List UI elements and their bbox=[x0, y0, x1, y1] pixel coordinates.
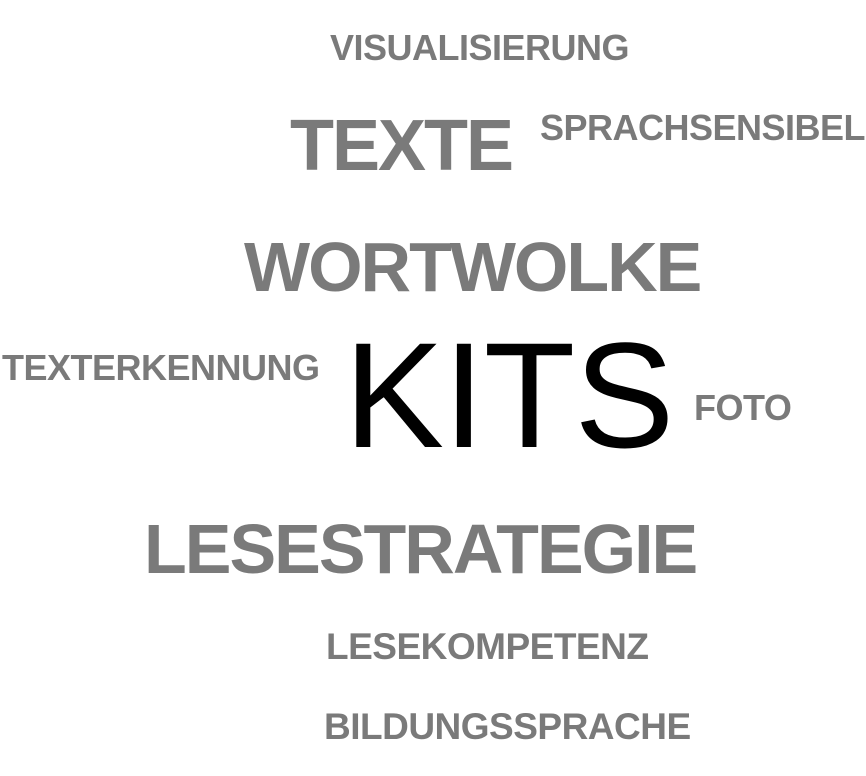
word-visualisierung: VISUALISIERUNG bbox=[330, 27, 630, 68]
word-texte: TEXTE bbox=[290, 106, 514, 186]
word-lesekompetenz: LESEKOMPETENZ bbox=[326, 626, 649, 667]
word-cloud: VISUALISIERUNG TEXTE SPRACHSENSIBEL WORT… bbox=[0, 0, 866, 776]
word-kits-main: KITS bbox=[344, 311, 674, 479]
word-foto: FOTO bbox=[694, 387, 792, 428]
word-sprachsensibel: SPRACHSENSIBEL bbox=[540, 107, 866, 148]
word-texterkennung: TEXTERKENNUNG bbox=[2, 347, 320, 388]
word-bildungssprache: BILDUNGSSPRACHE bbox=[324, 706, 691, 747]
word-lesestrategie: LESESTRATEGIE bbox=[144, 510, 698, 588]
word-wortwolke: WORTWOLKE bbox=[244, 228, 702, 306]
